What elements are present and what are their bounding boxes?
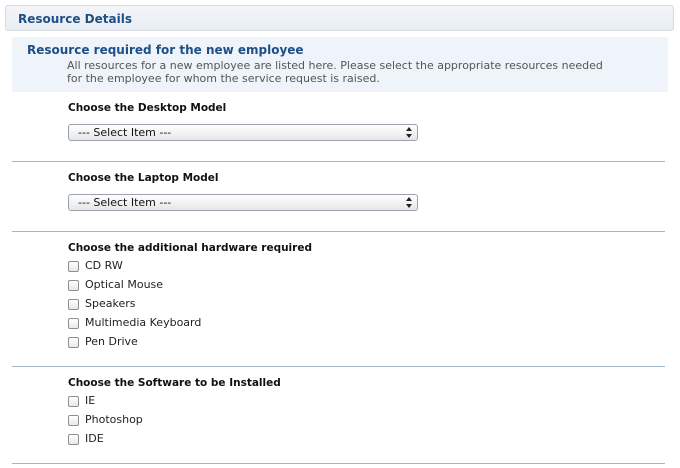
hardware-option-label: Pen Drive bbox=[85, 335, 138, 348]
hardware-label: Choose the additional hardware required bbox=[68, 242, 312, 254]
checkbox[interactable] bbox=[68, 434, 79, 445]
section-header: Resource Details bbox=[5, 5, 674, 31]
hardware-option-label: Speakers bbox=[85, 297, 136, 310]
software-option-label: IE bbox=[85, 394, 96, 407]
divider bbox=[12, 366, 665, 367]
laptop-model-label: Choose the Laptop Model bbox=[68, 172, 219, 184]
checkbox[interactable] bbox=[68, 396, 79, 407]
checkbox[interactable] bbox=[68, 337, 79, 348]
desktop-model-label: Choose the Desktop Model bbox=[68, 102, 227, 114]
software-option-label: Photoshop bbox=[85, 413, 143, 426]
divider bbox=[12, 161, 665, 162]
checkbox[interactable] bbox=[68, 299, 79, 310]
hardware-option-label: Optical Mouse bbox=[85, 278, 164, 291]
divider bbox=[12, 463, 665, 464]
checkbox[interactable] bbox=[68, 318, 79, 329]
info-description: All resources for a new employee are lis… bbox=[67, 59, 647, 85]
divider bbox=[12, 231, 665, 232]
laptop-model-select[interactable]: --- Select Item --- bbox=[68, 194, 418, 211]
info-description-line: All resources for a new employee are lis… bbox=[67, 59, 603, 72]
desktop-model-select[interactable]: --- Select Item --- bbox=[68, 124, 418, 141]
info-description-line: for the employee for whom the service re… bbox=[67, 72, 380, 85]
software-label: Choose the Software to be Installed bbox=[68, 377, 281, 389]
checkbox[interactable] bbox=[68, 415, 79, 426]
software-option-label: IDE bbox=[85, 432, 104, 445]
laptop-model-selected-value: --- Select Item --- bbox=[78, 196, 172, 209]
hardware-option-label: CD RW bbox=[85, 259, 123, 272]
section-title: Resource Details bbox=[18, 12, 132, 26]
select-arrows-icon bbox=[406, 197, 412, 208]
checkbox[interactable] bbox=[68, 261, 79, 272]
checkbox[interactable] bbox=[68, 280, 79, 291]
info-panel: Resource required for the new employee A… bbox=[12, 37, 668, 92]
hardware-option-label: Multimedia Keyboard bbox=[85, 316, 202, 329]
info-title: Resource required for the new employee bbox=[27, 43, 304, 57]
select-arrows-icon bbox=[406, 127, 412, 138]
desktop-model-selected-value: --- Select Item --- bbox=[78, 126, 172, 139]
